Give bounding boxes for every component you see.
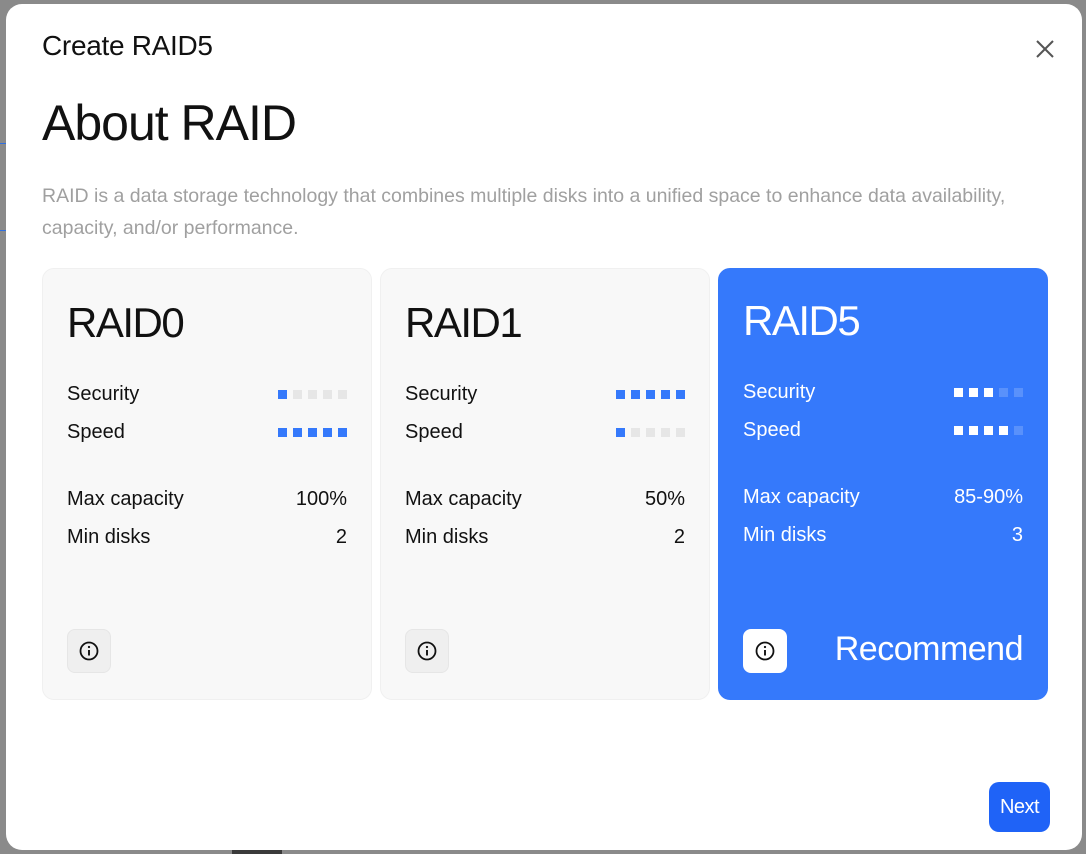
meter-segment-filled: [278, 428, 287, 437]
min-disks-value: 2: [335, 526, 347, 548]
min-disks-label: Min disks: [405, 526, 489, 548]
meter-segment-filled: [616, 390, 625, 399]
meter-segment-filled: [676, 390, 685, 399]
min-disks-row: Min disks 2: [405, 526, 685, 549]
info-icon: [755, 641, 775, 661]
max-capacity-row: Max capacity 100%: [67, 488, 347, 511]
recommend-badge: Recommend: [834, 630, 1024, 668]
meter-segment-empty: [676, 428, 685, 437]
info-button[interactable]: [743, 629, 787, 673]
meter-segment-filled: [999, 426, 1008, 435]
speed-label: Speed: [405, 421, 463, 443]
min-disks-value: 2: [673, 526, 685, 548]
meter-segment-filled: [338, 428, 347, 437]
card-title: RAID0: [67, 299, 185, 346]
speed-label: Speed: [67, 421, 125, 443]
meter-segment-empty: [1014, 426, 1023, 435]
meter-segment-filled: [984, 426, 993, 435]
meter-segment-empty: [338, 390, 347, 399]
speed-row: Speed: [743, 419, 1023, 442]
card-title: RAID5: [743, 297, 861, 344]
min-disks-value: 3: [1011, 524, 1023, 546]
security-label: Security: [405, 383, 478, 405]
security-label: Security: [67, 383, 140, 405]
max-capacity-row: Max capacity 85-90%: [743, 486, 1023, 509]
speed-meter: [616, 428, 685, 437]
info-icon: [417, 641, 437, 661]
meter-segment-filled: [984, 388, 993, 397]
create-raid-dialog: Create RAID5 About RAID RAID is a data s…: [6, 4, 1082, 850]
meter-segment-filled: [954, 426, 963, 435]
dialog-title: Create RAID5: [42, 30, 213, 61]
next-button[interactable]: Next: [989, 782, 1050, 832]
security-meter: [616, 390, 685, 399]
meter-segment-empty: [293, 390, 302, 399]
meter-segment-filled: [969, 426, 978, 435]
min-disks-row: Min disks 2: [67, 526, 347, 549]
meter-segment-empty: [631, 428, 640, 437]
max-capacity-value: 85-90%: [954, 486, 1023, 508]
meter-segment-empty: [661, 428, 670, 437]
speed-meter: [278, 428, 347, 437]
meter-segment-filled: [661, 390, 670, 399]
meter-segment-filled: [631, 390, 640, 399]
meter-segment-empty: [1014, 388, 1023, 397]
max-capacity-label: Max capacity: [67, 488, 184, 510]
info-button[interactable]: [67, 629, 111, 673]
security-row: Security: [405, 383, 685, 406]
security-row: Security: [67, 383, 347, 406]
raid5-card[interactable]: RAID5 Security Speed Max capacity 85-90%…: [718, 268, 1048, 700]
min-disks-row: Min disks 3: [743, 524, 1023, 547]
info-icon: [79, 641, 99, 661]
speed-row: Speed: [405, 421, 685, 444]
speed-row: Speed: [67, 421, 347, 444]
meter-segment-filled: [969, 388, 978, 397]
min-disks-label: Min disks: [67, 526, 151, 548]
info-button[interactable]: [405, 629, 449, 673]
meter-segment-filled: [293, 428, 302, 437]
security-meter: [278, 390, 347, 399]
card-title: RAID1: [405, 299, 523, 346]
security-label: Security: [743, 381, 816, 403]
close-icon: [1036, 40, 1054, 58]
meter-segment-filled: [278, 390, 287, 399]
raid-description: RAID is a data storage technology that c…: [42, 185, 1006, 239]
min-disks-label: Min disks: [743, 524, 827, 546]
max-capacity-label: Max capacity: [743, 486, 860, 508]
meter-segment-filled: [646, 390, 655, 399]
meter-segment-empty: [323, 390, 332, 399]
meter-segment-empty: [999, 388, 1008, 397]
meter-segment-empty: [646, 428, 655, 437]
speed-meter: [954, 426, 1023, 435]
max-capacity-label: Max capacity: [405, 488, 522, 510]
max-capacity-value: 100%: [295, 488, 347, 510]
speed-label: Speed: [743, 419, 801, 441]
meter-segment-filled: [308, 428, 317, 437]
meter-segment-filled: [323, 428, 332, 437]
meter-segment-filled: [954, 388, 963, 397]
page-title: About RAID: [42, 95, 297, 151]
meter-segment-filled: [616, 428, 625, 437]
security-meter: [954, 388, 1023, 397]
security-row: Security: [743, 381, 1023, 404]
raid1-card[interactable]: RAID1 Security Speed Max capacity 50% Mi…: [380, 268, 710, 700]
max-capacity-value: 50%: [644, 488, 685, 510]
close-button[interactable]: [1030, 34, 1060, 64]
raid0-card[interactable]: RAID0 Security Speed Max capacity 100% M…: [42, 268, 372, 700]
meter-segment-empty: [308, 390, 317, 399]
max-capacity-row: Max capacity 50%: [405, 488, 685, 511]
